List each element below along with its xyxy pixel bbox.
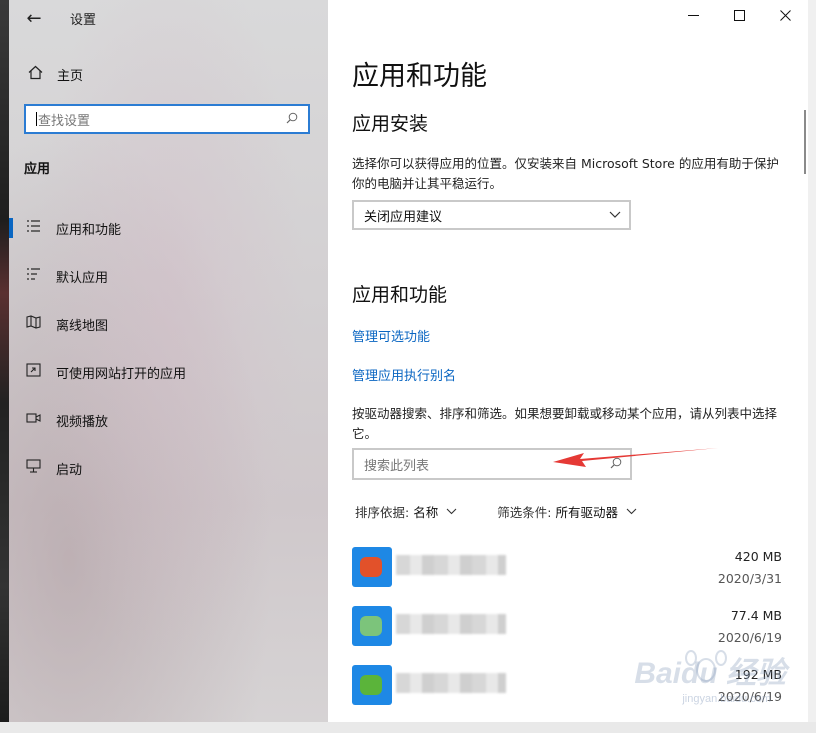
search-icon xyxy=(610,457,622,472)
sort-value: 名称 xyxy=(413,505,439,520)
sort-label: 排序依据: xyxy=(355,505,410,520)
sidebar-item-label: 视频播放 xyxy=(56,414,109,430)
filter-value: 所有驱动器 xyxy=(555,505,618,520)
scrollbar-thumb[interactable] xyxy=(804,110,806,174)
home-icon xyxy=(26,65,44,84)
app-list-item[interactable]: 77.4 MB 2020/6/19 xyxy=(352,606,782,650)
desktop-background xyxy=(0,0,9,733)
settings-search-placeholder: 查找设置 xyxy=(38,113,91,129)
sidebar-item-label: 默认应用 xyxy=(56,270,109,286)
watermark-url: jingyan.baidu.com xyxy=(682,693,771,705)
desktop-right-edge xyxy=(808,0,816,733)
sidebar-item-default-apps[interactable]: 默认应用 xyxy=(9,252,328,300)
app-size: 420 MB xyxy=(734,549,782,564)
maximize-button[interactable] xyxy=(716,0,762,34)
window-controls xyxy=(670,0,808,34)
watermark-brand: Baidu 经验 xyxy=(634,657,786,690)
app-install-heading: 应用安装 xyxy=(352,113,429,135)
minimize-button[interactable] xyxy=(670,0,716,34)
app-date: 2020/3/31 xyxy=(717,571,782,586)
sidebar-item-apps-for-websites[interactable]: 可使用网站打开的应用 xyxy=(9,348,328,396)
app-list-search-input[interactable]: 搜索此列表 xyxy=(352,448,632,480)
app-list-item[interactable]: 420 MB 2020/3/31 xyxy=(352,547,782,591)
apps-features-heading: 应用和功能 xyxy=(352,284,448,306)
chevron-down-icon xyxy=(446,505,457,518)
sidebar: ← 设置 主页 查找设置 应用 应用和功能 默认应用 离线地图 可使用网站打开的… xyxy=(9,0,328,722)
sidebar-nav: 应用和功能 默认应用 离线地图 可使用网站打开的应用 视频播放 启动 xyxy=(9,204,328,492)
close-button[interactable] xyxy=(762,0,808,34)
default-apps-icon xyxy=(24,267,42,285)
app-install-dropdown[interactable]: 关闭应用建议 xyxy=(352,200,631,230)
settings-search-input[interactable]: 查找设置 xyxy=(24,104,310,134)
list-icon xyxy=(24,219,42,237)
settings-window: ← 设置 主页 查找设置 应用 应用和功能 默认应用 离线地图 可使用网站打开的… xyxy=(9,0,808,722)
app-install-description: 选择你可以获得应用的位置。仅安装来自 Microsoft Store 的应用有助… xyxy=(352,156,779,191)
app-size: 77.4 MB xyxy=(730,608,782,623)
main-content: 应用和功能 应用安装 选择你可以获得应用的位置。仅安装来自 Microsoft … xyxy=(328,0,808,722)
window-title: 设置 xyxy=(70,13,97,28)
offline-map-icon xyxy=(24,315,42,333)
filter-dropdown[interactable]: 筛选条件: 所有驱动器 xyxy=(497,502,637,521)
maximize-icon xyxy=(733,9,745,25)
dropdown-value: 关闭应用建议 xyxy=(364,209,443,225)
sidebar-item-label: 离线地图 xyxy=(56,318,109,334)
chevron-down-icon xyxy=(626,505,637,518)
app-icon xyxy=(352,665,392,705)
desktop-bottom-edge xyxy=(0,722,816,733)
close-icon xyxy=(779,9,791,25)
video-icon xyxy=(24,411,42,429)
website-app-icon xyxy=(24,363,42,381)
app-icon xyxy=(352,606,392,646)
manage-optional-features-link[interactable]: 管理可选功能 xyxy=(352,326,430,345)
page-title: 应用和功能 xyxy=(352,61,487,92)
sort-filter-bar: 排序依据: 名称 筛选条件: 所有驱动器 xyxy=(355,502,677,521)
startup-icon xyxy=(24,459,42,477)
app-icon xyxy=(352,547,392,587)
titlebar-left: ← 设置 xyxy=(9,0,328,36)
search-icon xyxy=(286,112,300,127)
app-name-redacted xyxy=(396,614,506,634)
sidebar-item-startup[interactable]: 启动 xyxy=(9,444,328,492)
sidebar-item-offline-maps[interactable]: 离线地图 xyxy=(9,300,328,348)
sidebar-item-home[interactable]: 主页 xyxy=(9,58,328,90)
chevron-down-icon xyxy=(609,208,621,222)
minimize-icon xyxy=(687,9,699,25)
search-sort-description: 按驱动器搜索、排序和筛选。如果想要卸载或移动某个应用，请从列表中选择它。 xyxy=(352,406,778,441)
sidebar-item-label: 启动 xyxy=(56,462,83,478)
filter-label: 筛选条件: xyxy=(497,505,552,520)
selection-indicator xyxy=(9,218,13,238)
sidebar-section-title: 应用 xyxy=(24,162,51,177)
app-list-search-placeholder: 搜索此列表 xyxy=(364,458,430,474)
app-icon-blur xyxy=(360,675,382,695)
home-label: 主页 xyxy=(57,68,84,84)
sidebar-item-label: 可使用网站打开的应用 xyxy=(56,366,187,382)
app-name-redacted xyxy=(396,673,506,693)
arrow-left-icon: ← xyxy=(26,7,42,29)
app-icon-blur xyxy=(360,557,382,577)
app-name-redacted xyxy=(396,555,506,575)
sidebar-item-video-playback[interactable]: 视频播放 xyxy=(9,396,328,444)
sidebar-item-apps-features[interactable]: 应用和功能 xyxy=(9,204,328,252)
sidebar-item-label: 应用和功能 xyxy=(56,222,122,238)
manage-execution-alias-link[interactable]: 管理应用执行别名 xyxy=(352,365,456,384)
app-date: 2020/6/19 xyxy=(717,630,782,645)
back-button[interactable]: ← xyxy=(19,6,49,30)
text-caret xyxy=(36,112,37,126)
sort-dropdown[interactable]: 排序依据: 名称 xyxy=(355,502,457,521)
app-icon-blur xyxy=(360,616,382,636)
